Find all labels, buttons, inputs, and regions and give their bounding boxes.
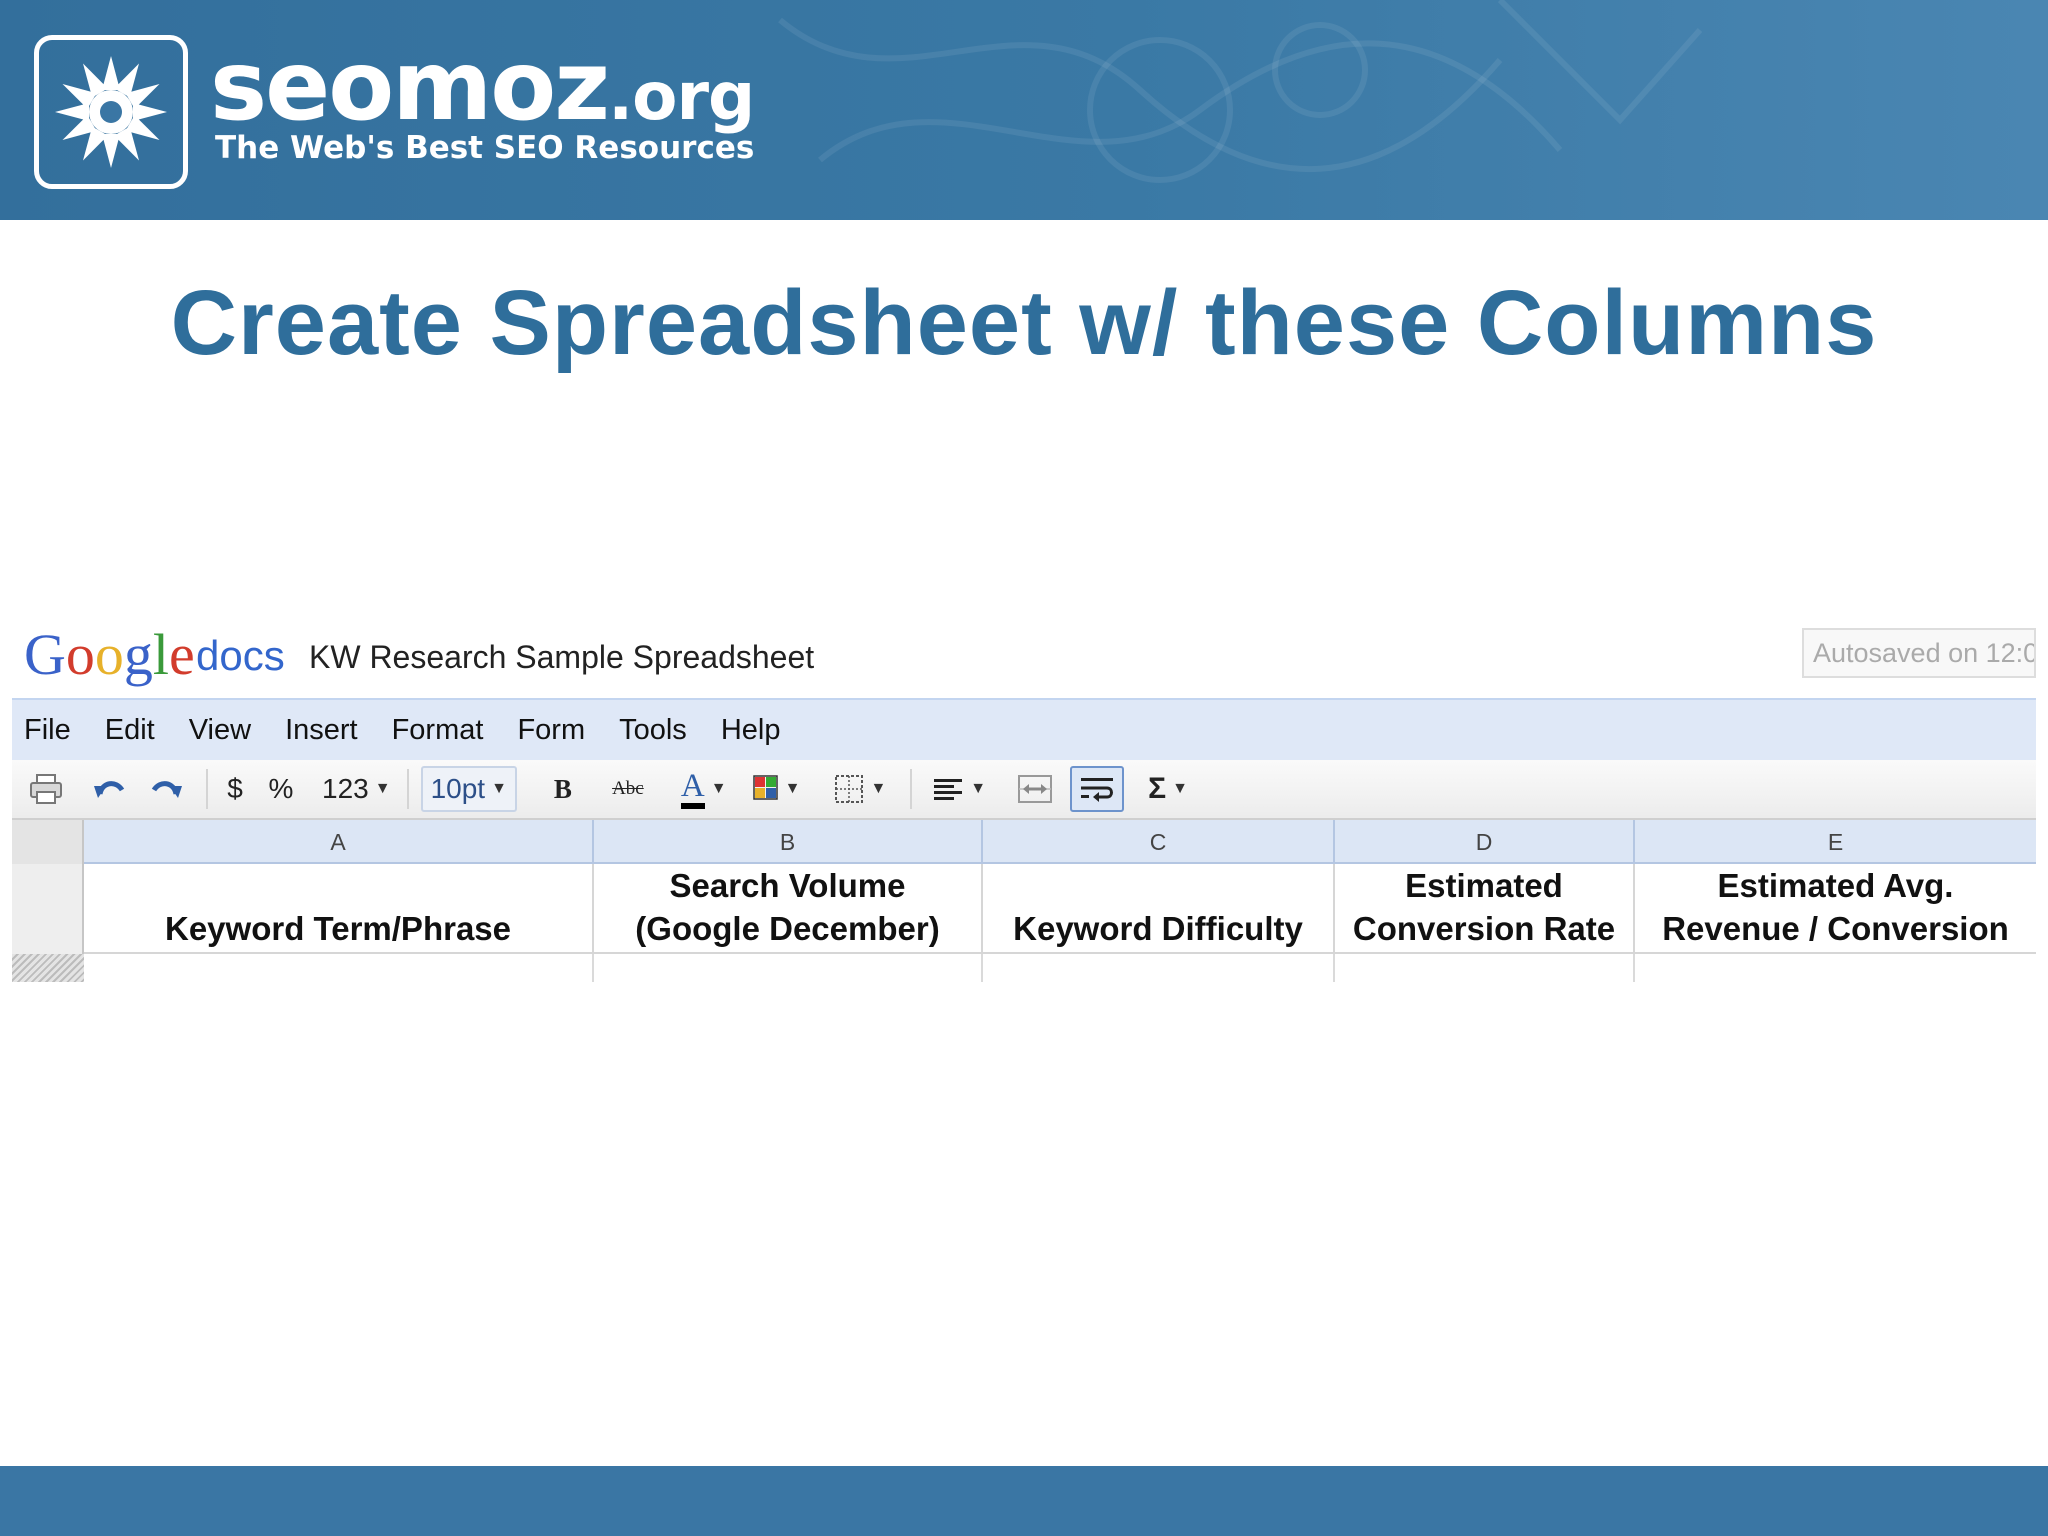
cell-c2[interactable] (983, 954, 1335, 982)
text-color-icon: A (680, 769, 705, 809)
print-button[interactable] (26, 766, 66, 812)
header-line-2: (Google December) (635, 910, 940, 947)
cell-d2[interactable] (1335, 954, 1635, 982)
header-line-2: Keyword Term/Phrase (164, 910, 512, 947)
chevron-down-icon: ▼ (1172, 780, 1188, 797)
starburst-icon (55, 56, 167, 168)
chevron-down-icon: ▼ (710, 780, 727, 797)
chevron-down-icon: ▼ (970, 780, 987, 797)
header-line-1: Estimated (1405, 867, 1563, 904)
chevron-down-icon: ▼ (784, 780, 801, 797)
header-line-1: Search Volume (669, 867, 906, 904)
currency-format-button[interactable]: $ (220, 766, 250, 812)
bold-button[interactable]: B (543, 766, 583, 812)
cell-b2[interactable] (594, 954, 983, 982)
cell-a1-text: Keyword Term/Phrase (165, 907, 511, 950)
merge-cells-icon (1018, 775, 1053, 803)
menu-view[interactable]: View (189, 710, 251, 750)
menu-help[interactable]: Help (721, 710, 781, 750)
header-line-1: Estimated Avg. (1717, 867, 1954, 904)
toolbar-separator (206, 769, 208, 809)
brand-tld: .org (608, 58, 755, 135)
strikethrough-button[interactable]: Abc (603, 766, 653, 812)
document-title[interactable]: KW Research Sample Spreadsheet (309, 632, 814, 682)
header-line-2: Revenue / Conversion (1662, 910, 2009, 947)
row-header-2[interactable] (12, 954, 84, 982)
menu-tools[interactable]: Tools (619, 710, 687, 750)
menu-file[interactable]: File (24, 710, 71, 750)
cell-d1[interactable]: Estimated Conversion Rate (1335, 864, 1635, 954)
cell-a2[interactable] (84, 954, 594, 982)
toolbar-separator (406, 769, 409, 809)
column-header-a[interactable]: A (84, 820, 594, 864)
cell-e1-text: Estimated Avg. Revenue / Conversion (1662, 864, 2009, 950)
redo-button[interactable] (144, 766, 190, 812)
select-all-corner[interactable] (12, 820, 84, 864)
column-header-e[interactable]: E (1635, 820, 2036, 864)
slide-title: Create Spreadsheet w/ these Columns (170, 272, 1878, 374)
header-line-2: Keyword Difficulty (1013, 910, 1303, 947)
docs-product-label: docs (196, 632, 285, 679)
brand-tagline: The Web's Best SEO Resources (215, 130, 755, 166)
menu-insert[interactable]: Insert (285, 710, 358, 750)
header-line-2: Conversion Rate (1352, 910, 1616, 947)
borders-button[interactable]: ▼ (834, 766, 886, 812)
site-banner: seomoz.org The Web's Best SEO Resources (0, 0, 2048, 220)
toolbar-separator (910, 769, 913, 809)
percent-format-button[interactable]: % (262, 766, 300, 812)
borders-icon (835, 775, 864, 803)
column-header-d[interactable]: D (1335, 820, 1635, 864)
menu-format[interactable]: Format (392, 710, 484, 750)
google-logo-letter: e (169, 622, 195, 687)
redo-icon (151, 781, 182, 798)
chevron-down-icon: ▼ (870, 780, 887, 797)
number-format-dropdown[interactable]: 123 ▼ (322, 766, 391, 812)
google-logo-letter: l (152, 622, 170, 687)
align-left-icon (934, 779, 963, 800)
toolbar: $ % 123 ▼ 10pt ▼ B Abc A ▼ ▼ ▼ ▼ Σ ▼ (12, 760, 2036, 820)
wrap-text-button[interactable] (1070, 766, 1125, 812)
cell-b1[interactable]: Search Volume (Google December) (594, 864, 983, 954)
column-header-b[interactable]: B (594, 820, 983, 864)
chevron-down-icon: ▼ (491, 780, 507, 797)
print-icon (30, 774, 62, 804)
cell-e2[interactable] (1635, 954, 2036, 982)
google-logo-letter: G (24, 622, 66, 687)
merge-cells-button[interactable] (1012, 766, 1058, 812)
sum-icon: Σ (1148, 772, 1167, 805)
font-size-label: 10pt (430, 773, 486, 804)
cell-b1-text: Search Volume (Google December) (635, 864, 939, 950)
cell-e1[interactable]: Estimated Avg. Revenue / Conversion (1635, 864, 2036, 954)
google-logo-letter: g (123, 622, 153, 687)
fill-color-icon (752, 775, 778, 800)
fill-color-button[interactable]: ▼ (752, 766, 801, 812)
autosave-status: Autosaved on 12:0 (1802, 628, 2036, 678)
wrap-text-icon (1081, 778, 1114, 802)
menu-edit[interactable]: Edit (105, 710, 155, 750)
brand-name-text: seomoz (210, 30, 610, 142)
slide-footer-bar (0, 1466, 2048, 1536)
align-button[interactable]: ▼ (932, 766, 986, 812)
text-color-button[interactable]: A ▼ (680, 766, 727, 812)
cell-c1[interactable]: Keyword Difficulty (983, 864, 1335, 954)
functions-button[interactable]: Σ ▼ (1148, 766, 1188, 812)
column-header-c[interactable]: C (983, 820, 1335, 864)
chevron-down-icon: ▼ (374, 780, 391, 797)
cell-c1-text: Keyword Difficulty (1013, 907, 1303, 950)
google-logo-letter: o (94, 622, 124, 687)
menu-bar: File Edit View Insert Format Form Tools … (12, 698, 2036, 760)
spreadsheet-grid: A B C D E Keyword Term/Phrase Search Vol… (12, 820, 2036, 982)
cell-a1[interactable]: Keyword Term/Phrase (84, 864, 594, 954)
docs-header: Google docs KW Research Sample Spreadshe… (12, 618, 2036, 694)
brand-name[interactable]: seomoz.org (210, 38, 755, 145)
undo-button[interactable] (86, 766, 132, 812)
number-format-label: 123 (322, 773, 369, 804)
google-logo-letter: o (65, 622, 95, 687)
font-size-dropdown[interactable]: 10pt ▼ (420, 766, 517, 812)
undo-icon (94, 781, 125, 798)
seomoz-logo[interactable] (34, 35, 188, 189)
google-logo[interactable]: Google (24, 620, 195, 690)
cell-d1-text: Estimated Conversion Rate (1353, 864, 1615, 950)
menu-form[interactable]: Form (517, 710, 585, 750)
